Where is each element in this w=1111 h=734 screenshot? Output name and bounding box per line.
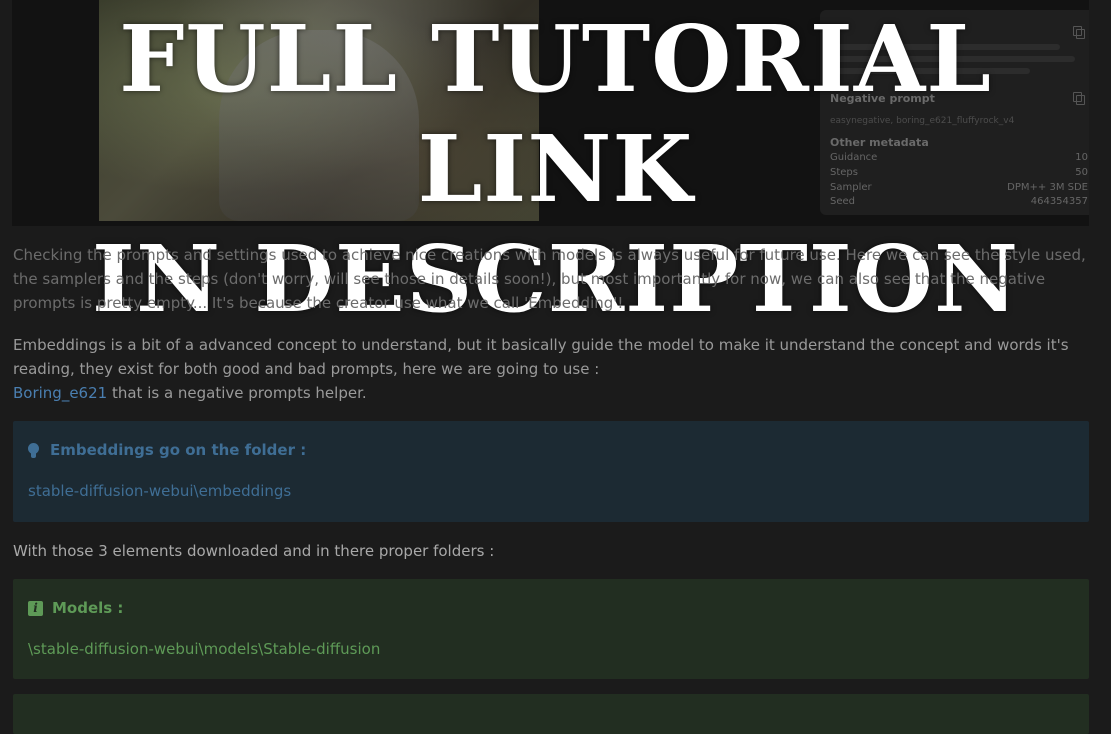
models-folder-callout: i Models : \stable-diffusion-webui\model… bbox=[13, 579, 1089, 679]
overlay-caption-line-1: FULL TUTORIAL LINK bbox=[119, 5, 992, 223]
embeddings-paragraph: Embeddings is a bit of a advanced concep… bbox=[13, 333, 1089, 405]
callout-body: stable-diffusion-webui\embeddings bbox=[28, 482, 292, 500]
embeddings-paragraph-text: Embeddings is a bit of a advanced concep… bbox=[13, 336, 1069, 378]
article-content: Checking the prompts and settings used t… bbox=[13, 243, 1089, 734]
lightbulb-icon bbox=[28, 442, 39, 458]
intro-paragraph: Checking the prompts and settings used t… bbox=[13, 246, 1086, 312]
next-callout bbox=[13, 694, 1089, 734]
downloaded-line: With those 3 elements downloaded and in … bbox=[13, 542, 495, 560]
info-icon: i bbox=[28, 600, 43, 616]
callout-body: \stable-diffusion-webui\models\Stable-di… bbox=[28, 640, 381, 658]
boring-e621-link[interactable]: Boring_e621 bbox=[13, 384, 107, 402]
callout-title-text: Models : bbox=[52, 599, 124, 617]
callout-title: i Models : bbox=[28, 579, 1074, 617]
callout-title: Embeddings go on the folder : bbox=[28, 421, 1074, 459]
embeddings-folder-callout: Embeddings go on the folder : stable-dif… bbox=[13, 421, 1089, 522]
embeddings-paragraph-suffix: that is a negative prompts helper. bbox=[107, 384, 367, 402]
callout-title-text: Embeddings go on the folder : bbox=[50, 441, 307, 459]
